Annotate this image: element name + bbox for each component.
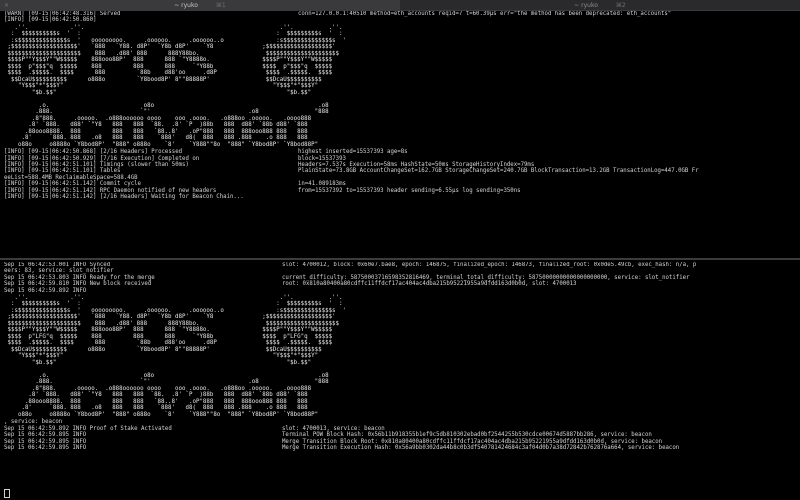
bottom-log-lines-pre: Sep 15 06:42:53.001 INFO Synced slot: 470… — [0, 262, 800, 294]
top-ascii-banner: .''. .''. .''. .''. : $$$$$$$$$$s ' : : … — [7, 24, 347, 148]
log-line: Sep 15 06:42:59.895 INFO Merge Transition… — [0, 445, 800, 451]
tab-1[interactable]: × ~ ryuko ⌘1 — [0, 0, 400, 10]
top-log-lines-pre: [WARN] [09-15|06:42:48.316] Served conn=1… — [0, 11, 800, 24]
log-line-left: [INFO] [09-15|06:42:51.142] [2/16 Header… — [4, 194, 244, 201]
tab-1-title: ~ ryuko — [174, 1, 198, 9]
bottom-ascii-banner: .''. .''. .''. .''. : $$$$$$$$$$s ' : : … — [7, 294, 347, 418]
log-line: Sep 15 06:42:59.892 INFO — [0, 288, 800, 294]
terminal-pane-top[interactable]: [WARN] [09-15|06:42:48.316] Served conn=1… — [0, 11, 800, 265]
tab-1-shortcut: ⌘1 — [215, 1, 226, 9]
terminal-pane-bottom[interactable]: Sep 15 06:42:53.001 INFO Synced slot: 470… — [0, 262, 800, 500]
tab-2-shortcut: ⌘2 — [615, 1, 626, 9]
tab-2[interactable]: ~ ryuko ⌘2 — [400, 0, 800, 10]
terminal-cursor — [4, 489, 10, 498]
log-line-left: Sep 15 06:42:59.895 INFO — [4, 445, 87, 452]
log-line-left: Sep 15 06:42:59.892 INFO — [4, 287, 87, 294]
tab-bar: × ~ ryuko ⌘1 ~ ryuko ⌘2 — [0, 0, 800, 11]
log-line-right: Merge Transition Execution Hash: 0x56a9b… — [282, 445, 680, 452]
log-line: [INFO] [09-15|06:42:51.142] [2/16 Header… — [0, 194, 800, 200]
log-line-left: [INFO] [09-15|06:42:50.860] — [4, 17, 97, 24]
close-tab-icon[interactable]: × — [4, 2, 9, 9]
bottom-log-lines-post: , service: beacon Sep 15 06:42:59.892 INF… — [0, 419, 800, 451]
tab-2-title: ~ ryuko — [574, 1, 598, 9]
log-line: [INFO] [09-15|06:42:50.860] — [0, 17, 800, 23]
top-log-lines-post: [INFO] [09-15|06:42:50.868] [2/16 Header… — [0, 149, 800, 200]
pane-divider[interactable] — [0, 258, 800, 260]
